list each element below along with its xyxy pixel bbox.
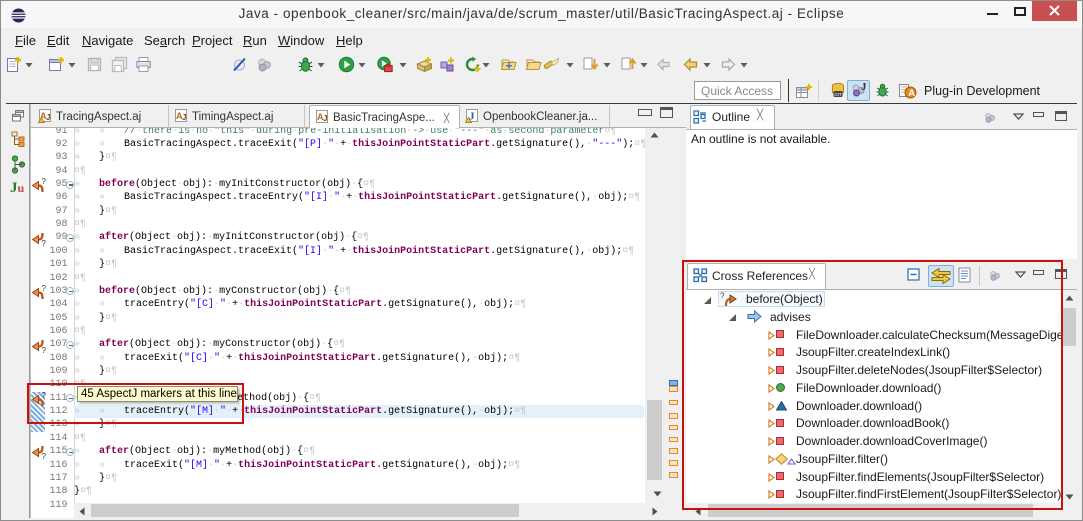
svg-text:J: J [323,114,327,123]
